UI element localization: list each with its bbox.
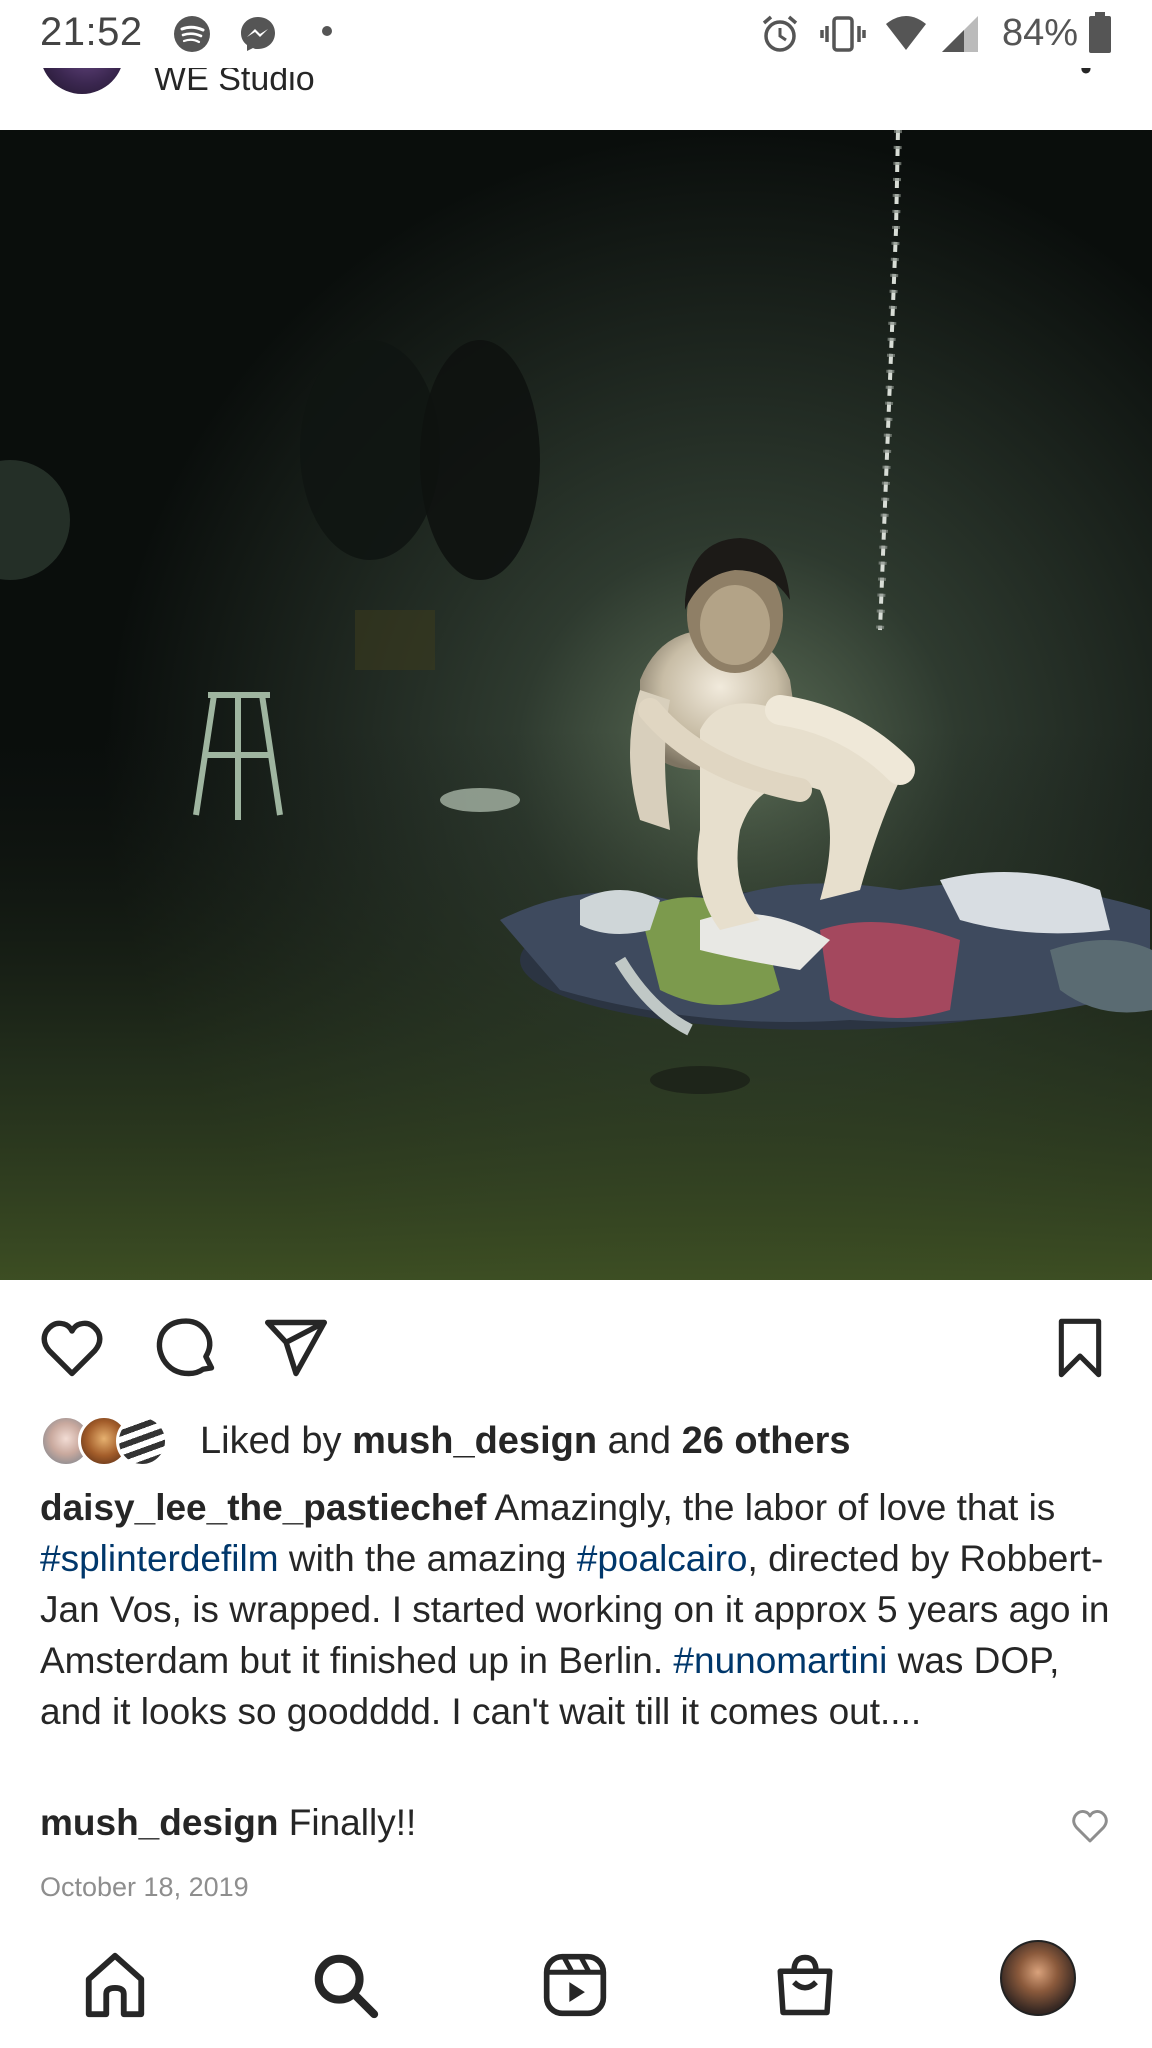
comment-icon bbox=[156, 1318, 215, 1377]
hashtag-link[interactable]: #nunomartini bbox=[673, 1640, 887, 1681]
caption-username[interactable]: daisy_lee_the_pastiechef bbox=[40, 1487, 486, 1528]
save-button[interactable] bbox=[1042, 1310, 1118, 1386]
post-actions bbox=[0, 1290, 1152, 1400]
caption-text: Amazingly, the labor of love that is bbox=[486, 1487, 1056, 1528]
bookmark-icon bbox=[1058, 1318, 1102, 1378]
heart-icon bbox=[41, 1320, 103, 1377]
battery-icon bbox=[1089, 12, 1111, 53]
caption-text: with the amazing bbox=[278, 1538, 577, 1579]
home-icon bbox=[85, 1952, 145, 2018]
nav-profile-avatar[interactable] bbox=[1000, 1940, 1076, 2016]
post-image-art bbox=[0, 130, 1152, 1280]
comment-button[interactable] bbox=[148, 1310, 224, 1386]
likes-summary[interactable]: Liked by mush_design and 26 others bbox=[40, 1410, 1120, 1472]
wifi-icon bbox=[886, 16, 926, 50]
likes-joiner: and bbox=[607, 1419, 672, 1462]
hashtag-link[interactable]: #splinterdefilm bbox=[40, 1538, 279, 1579]
post-caption: daisy_lee_the_pastiechef Amazingly, the … bbox=[40, 1482, 1120, 1737]
alarm-icon bbox=[762, 15, 798, 52]
vibrate-icon bbox=[820, 16, 866, 52]
battery-percent: 84% bbox=[1002, 12, 1079, 54]
signal-icon bbox=[942, 16, 978, 52]
liker-username[interactable]: mush_design bbox=[352, 1420, 597, 1462]
search-icon bbox=[314, 1954, 379, 2019]
nav-shop[interactable] bbox=[760, 1940, 850, 2030]
nav-home[interactable] bbox=[70, 1940, 160, 2030]
spotify-icon bbox=[174, 16, 210, 52]
likes-text: Liked by mush_design and 26 others bbox=[200, 1420, 851, 1463]
status-time: 21:52 bbox=[40, 10, 143, 54]
post-image[interactable] bbox=[0, 130, 1152, 1280]
comment-like-icon[interactable] bbox=[1070, 1806, 1110, 1846]
liker-avatar bbox=[116, 1415, 168, 1467]
status-bar: 21:52 84% bbox=[0, 0, 1152, 68]
comment-text: Finally!! bbox=[278, 1802, 417, 1843]
nav-reels[interactable] bbox=[530, 1940, 620, 2030]
post-date: October 18, 2019 bbox=[40, 1872, 249, 1902]
likes-others-count[interactable]: 26 others bbox=[682, 1420, 851, 1462]
messenger-icon bbox=[241, 17, 275, 51]
reels-icon bbox=[543, 1953, 607, 2017]
comment-username[interactable]: mush_design bbox=[40, 1802, 279, 1843]
send-icon bbox=[264, 1319, 328, 1377]
liker-avatars bbox=[40, 1413, 180, 1469]
bottom-navigation bbox=[0, 1930, 1152, 2048]
dot-icon bbox=[322, 26, 332, 36]
nav-search[interactable] bbox=[300, 1940, 390, 2030]
comment: mush_design Finally!! bbox=[40, 1802, 1040, 1844]
likes-prefix: Liked by bbox=[200, 1419, 342, 1462]
shop-icon bbox=[777, 1954, 833, 2016]
like-button[interactable] bbox=[34, 1310, 110, 1386]
share-button[interactable] bbox=[258, 1310, 334, 1386]
hashtag-link[interactable]: #poalcairo bbox=[577, 1538, 748, 1579]
